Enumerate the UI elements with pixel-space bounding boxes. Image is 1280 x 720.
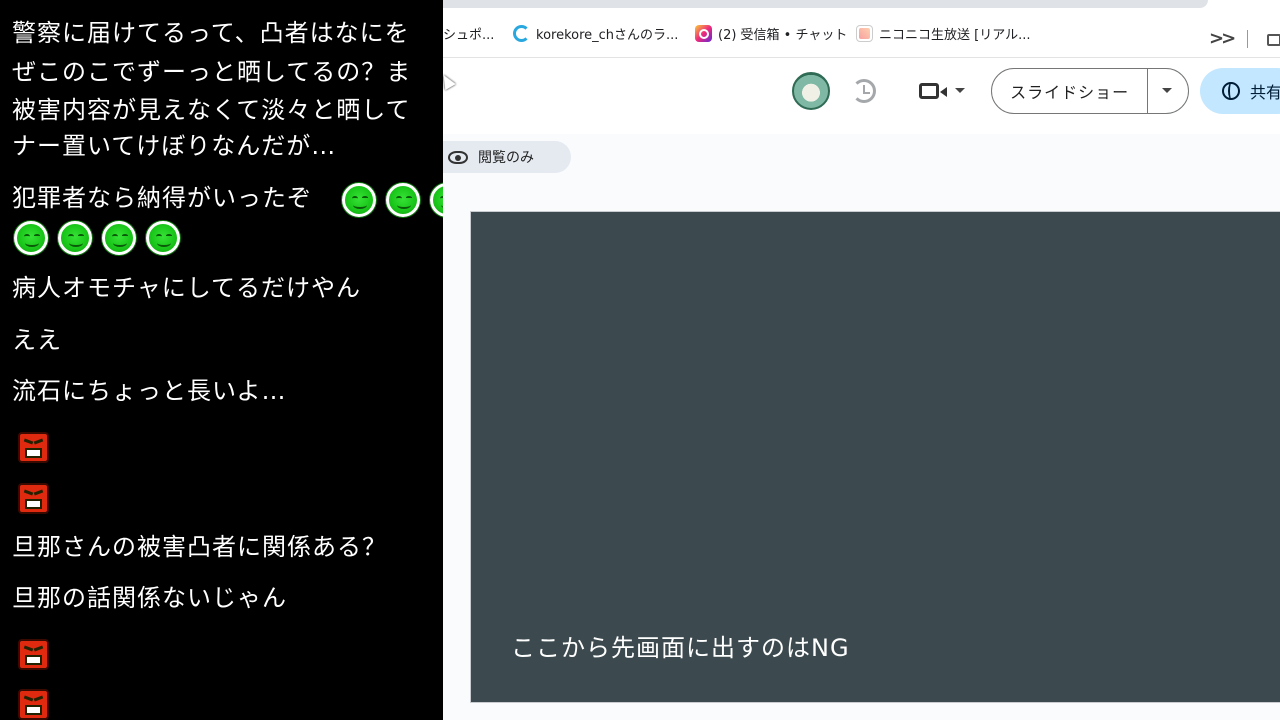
green-smiley-emote: [14, 221, 48, 255]
bookmark-item[interactable]: korekore_chさんのラ...: [513, 24, 678, 43]
slide[interactable]: ここから先画面に出すのはNG: [470, 211, 1280, 703]
slideshow-label: スライドショー: [1010, 83, 1130, 102]
share-button[interactable]: 共有: [1200, 68, 1280, 114]
chat-message: 流石にちょっと長いよ…: [12, 377, 287, 405]
chat-message: ナー置いてけぼりなんだが…: [12, 132, 337, 160]
chat-message: 旦那さんの被害凸者に関係ある？: [12, 533, 387, 561]
bookmark-label: (2) 受信箱 • チャット: [718, 28, 848, 43]
instagram-icon: [695, 25, 712, 42]
folder-icon[interactable]: [1267, 34, 1280, 46]
chevron-down-icon[interactable]: [955, 88, 965, 93]
green-smiley-emote: [430, 183, 443, 217]
chat-message: 犯罪者なら納得がいったぞ: [12, 184, 312, 212]
video-camera-icon[interactable]: [919, 83, 947, 99]
chat-overlay: 警察に届けてるって、凸者はなにを ぜこのこでずーっと晒してるの？ま 被害内容が見…: [0, 0, 443, 720]
browser-window: シュポ... korekore_chさんのラ... (2) 受信箱 • チャット…: [443, 0, 1280, 720]
stream-icon: [513, 25, 530, 42]
view-only-label: 閲覧のみ: [478, 150, 534, 166]
bookmark-label: シュポ...: [443, 28, 495, 43]
globe-icon: [1222, 82, 1240, 100]
chevron-double-right-icon[interactable]: >>: [1209, 28, 1236, 49]
green-smiley-emote: [58, 221, 92, 255]
share-label: 共有: [1250, 83, 1280, 102]
angry-face-emote: [18, 483, 49, 514]
view-only-chip[interactable]: 閲覧のみ: [443, 141, 571, 173]
chat-message: ぜこのこでずーっと晒してるの？ま: [12, 58, 412, 86]
bookmark-label: ニコニコ生放送 [リアル...: [879, 28, 1031, 43]
slides-toolbar: スライドショー 共有: [443, 59, 1280, 134]
angry-face-emote: [18, 639, 49, 670]
chat-message: 病人オモチャにしてるだけやん: [12, 274, 362, 302]
chat-message: 警察に届けてるって、凸者はなにを: [12, 19, 410, 47]
green-smiley-emote: [342, 183, 376, 217]
slide-canvas-area: ここから先画面に出すのはNG: [443, 180, 1280, 720]
niconico-icon: [856, 25, 873, 42]
avatar[interactable]: [792, 72, 830, 110]
slideshow-button[interactable]: スライドショー: [991, 68, 1189, 114]
bookmark-item[interactable]: シュポ...: [443, 24, 494, 43]
mode-bar: 閲覧のみ: [443, 134, 1280, 180]
chat-message: ええ: [12, 326, 62, 354]
emote-row: [14, 221, 180, 255]
green-smiley-emote: [146, 221, 180, 255]
emote-row: [342, 183, 443, 217]
bookmark-label: korekore_chさんのラ...: [536, 28, 679, 43]
bookmark-item[interactable]: ニコニコ生放送 [リアル...: [856, 24, 1030, 43]
bookmark-item[interactable]: (2) 受信箱 • チャット: [695, 24, 847, 43]
chat-message: 被害内容が見えなくて淡々と晒して: [12, 96, 411, 124]
slide-text: ここから先画面に出すのはNG: [511, 634, 850, 662]
angry-face-emote: [18, 432, 49, 463]
bookmarks-divider: [1247, 30, 1248, 48]
bookmarks-bar: シュポ... korekore_chさんのラ... (2) 受信箱 • チャット…: [443, 0, 1280, 58]
chevron-down-icon[interactable]: [1148, 68, 1188, 114]
green-smiley-emote: [386, 183, 420, 217]
eye-icon: [448, 150, 468, 164]
angry-face-emote: [18, 689, 49, 720]
chat-message: 旦那の話関係ないじゃん: [12, 584, 287, 612]
history-icon[interactable]: [852, 79, 876, 103]
green-smiley-emote: [102, 221, 136, 255]
